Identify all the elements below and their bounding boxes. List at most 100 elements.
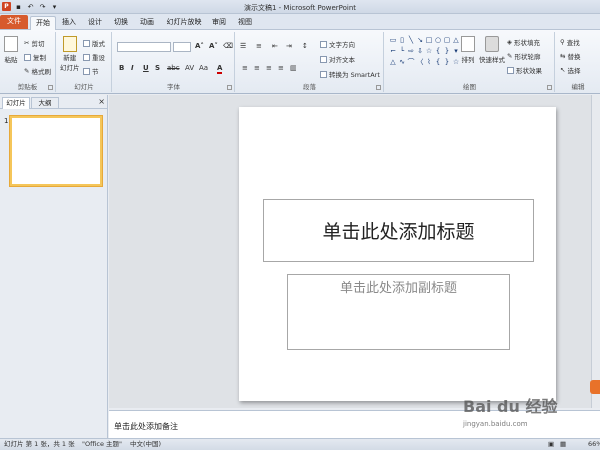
tab-animations[interactable]: 动画 bbox=[136, 16, 158, 30]
quick-styles-button[interactable]: 快速样式 bbox=[479, 36, 505, 64]
smartart-button[interactable]: 转换为 SmartArt bbox=[320, 69, 380, 79]
paste-button[interactable]: 粘贴 bbox=[4, 36, 18, 64]
chevron-shape-icon[interactable]: 〈 bbox=[416, 58, 424, 66]
baidu-watermark-url: jingyan.baidu.com bbox=[463, 420, 528, 428]
tab-outline[interactable]: 大纲 bbox=[31, 97, 59, 109]
copy-label: 复制 bbox=[33, 54, 46, 62]
paragraph-launcher-icon[interactable] bbox=[376, 85, 381, 90]
oval-shape-icon[interactable]: ○ bbox=[434, 36, 442, 44]
find-button[interactable]: ⚲ 查找 bbox=[560, 37, 580, 47]
shape-effects-button[interactable]: 形状效果 bbox=[507, 65, 542, 75]
bold-button[interactable]: B bbox=[119, 64, 124, 72]
decrease-indent-icon[interactable]: ⇤ bbox=[272, 42, 278, 50]
tab-view[interactable]: 视图 bbox=[234, 16, 256, 30]
copy-button[interactable]: 复制 bbox=[24, 52, 46, 62]
align-right-icon[interactable]: ≡ bbox=[266, 64, 272, 72]
brace-right-shape-icon[interactable]: } bbox=[443, 47, 451, 55]
line-shape-icon[interactable]: ╲ bbox=[407, 36, 415, 44]
replace-button[interactable]: ⇆ 替换 bbox=[560, 51, 580, 61]
brace3-shape-icon[interactable]: } bbox=[443, 58, 451, 66]
align-center-icon[interactable]: ≡ bbox=[254, 64, 260, 72]
tab-transitions[interactable]: 切换 bbox=[110, 16, 132, 30]
new-slide-button[interactable]: 新建 幻灯片 bbox=[60, 36, 80, 72]
language-indicator[interactable]: 中文(中国) bbox=[130, 439, 161, 450]
star2-shape-icon[interactable]: ☆ bbox=[452, 58, 460, 66]
connector-shape-icon[interactable]: ⌐ bbox=[389, 47, 397, 55]
shape-fill-button[interactable]: ◈ 形状填充 bbox=[507, 37, 540, 47]
right-arrow-shape-icon[interactable]: ⇨ bbox=[407, 47, 415, 55]
curve-shape-icon[interactable]: ∿ bbox=[398, 58, 406, 66]
smartart-icon bbox=[320, 70, 327, 78]
font-color-button[interactable]: A bbox=[217, 64, 223, 74]
star-shape-icon[interactable]: ☆ bbox=[425, 47, 433, 55]
underline-button[interactable]: U bbox=[143, 64, 149, 72]
align-left-icon[interactable]: ≡ bbox=[242, 64, 248, 72]
char-spacing-button[interactable]: AV bbox=[185, 64, 194, 72]
font-launcher-icon[interactable] bbox=[227, 85, 232, 90]
close-icon[interactable]: × bbox=[98, 97, 105, 106]
line-spacing-icon[interactable]: ↕ bbox=[302, 42, 308, 50]
strikethrough-button[interactable]: abc bbox=[167, 64, 180, 72]
arrange-button[interactable]: 排列 bbox=[461, 36, 475, 64]
rectangle-shape-icon[interactable]: □ bbox=[425, 36, 433, 44]
zoom-level[interactable]: 66% bbox=[588, 439, 600, 450]
tab-design[interactable]: 设计 bbox=[84, 16, 106, 30]
text-direction-button[interactable]: 文字方向 bbox=[320, 39, 355, 49]
shapes-gallery[interactable]: ▭ ▯ ╲ ↘ □ ○ ▢ △ ⌐ └ ⇨ ⇩ ☆ { } ▾ △ ∿ ⌒ 〈 … bbox=[389, 36, 460, 68]
tab-home[interactable]: 开始 bbox=[30, 16, 56, 30]
slide-thumbnail[interactable] bbox=[10, 116, 102, 186]
subtitle-placeholder[interactable]: 单击此处添加副标题 bbox=[287, 274, 510, 350]
arrow-shape-icon[interactable]: ↘ bbox=[416, 36, 424, 44]
align-text-button[interactable]: 对齐文本 bbox=[320, 54, 355, 64]
vertical-scrollbar[interactable] bbox=[591, 95, 600, 408]
font-family-select[interactable] bbox=[117, 42, 171, 52]
normal-view-icon[interactable]: ▣ bbox=[548, 439, 554, 450]
font-size-select[interactable] bbox=[173, 42, 191, 52]
triangle2-shape-icon[interactable]: △ bbox=[389, 58, 397, 66]
bent-shape-icon[interactable]: ⌒ bbox=[407, 58, 415, 66]
grow-font-button[interactable]: A˄ bbox=[195, 42, 204, 50]
vertical-textbox-shape-icon[interactable]: ▯ bbox=[398, 36, 406, 44]
tab-review[interactable]: 审阅 bbox=[208, 16, 230, 30]
clipboard-launcher-icon[interactable] bbox=[48, 85, 53, 90]
select-label: 选择 bbox=[567, 67, 581, 75]
title-placeholder[interactable]: 单击此处添加标题 bbox=[263, 199, 534, 262]
shape-outline-button[interactable]: ✎ 形状轮廓 bbox=[507, 51, 540, 61]
textbox-shape-icon[interactable]: ▭ bbox=[389, 36, 397, 44]
change-case-button[interactable]: Aa bbox=[199, 64, 208, 72]
clipboard-group-label: 剪贴板 bbox=[17, 83, 38, 91]
reset-button[interactable]: 重设 bbox=[83, 52, 105, 62]
elbow-shape-icon[interactable]: └ bbox=[398, 47, 406, 55]
shadow-button[interactable]: S bbox=[155, 64, 160, 72]
slide[interactable]: 单击此处添加标题 单击此处添加副标题 bbox=[239, 107, 556, 401]
tab-insert[interactable]: 插入 bbox=[58, 16, 80, 30]
sorter-view-icon[interactable]: ▦ bbox=[560, 439, 566, 450]
numbering-icon[interactable]: ≡ bbox=[256, 42, 262, 50]
increase-indent-icon[interactable]: ⇥ bbox=[286, 42, 292, 50]
tab-file[interactable]: 文件 bbox=[0, 15, 28, 29]
zigzag-shape-icon[interactable]: ⌇ bbox=[425, 58, 433, 66]
select-button[interactable]: ↖ 选择 bbox=[560, 65, 580, 75]
drawing-launcher-icon[interactable] bbox=[547, 85, 552, 90]
more-shapes-icon[interactable]: ▾ bbox=[452, 47, 460, 55]
columns-icon[interactable]: ▥ bbox=[290, 64, 297, 72]
brace-left-shape-icon[interactable]: { bbox=[434, 47, 442, 55]
feedback-badge-icon[interactable] bbox=[590, 380, 600, 394]
justify-icon[interactable]: ≡ bbox=[278, 64, 284, 72]
tab-slideshow[interactable]: 幻灯片放映 bbox=[162, 16, 206, 30]
smartart-label: 转换为 SmartArt bbox=[329, 71, 380, 79]
shrink-font-button[interactable]: A˅ bbox=[209, 42, 218, 50]
clear-format-icon[interactable]: ⌫ bbox=[223, 42, 233, 50]
align-text-icon bbox=[320, 55, 327, 63]
bullets-icon[interactable]: ☰ bbox=[240, 42, 246, 50]
brace2-shape-icon[interactable]: { bbox=[434, 58, 442, 66]
cut-button[interactable]: ✂ 剪切 bbox=[24, 38, 44, 48]
format-painter-button[interactable]: ✎ 格式刷 bbox=[24, 66, 51, 76]
section-button[interactable]: 节 bbox=[83, 66, 99, 76]
down-arrow-shape-icon[interactable]: ⇩ bbox=[416, 47, 424, 55]
triangle-shape-icon[interactable]: △ bbox=[452, 36, 460, 44]
tab-slides[interactable]: 幻灯片 bbox=[2, 97, 30, 109]
layout-button[interactable]: 版式 bbox=[83, 38, 105, 48]
rounded-rect-shape-icon[interactable]: ▢ bbox=[443, 36, 451, 44]
italic-button[interactable]: I bbox=[131, 64, 134, 72]
